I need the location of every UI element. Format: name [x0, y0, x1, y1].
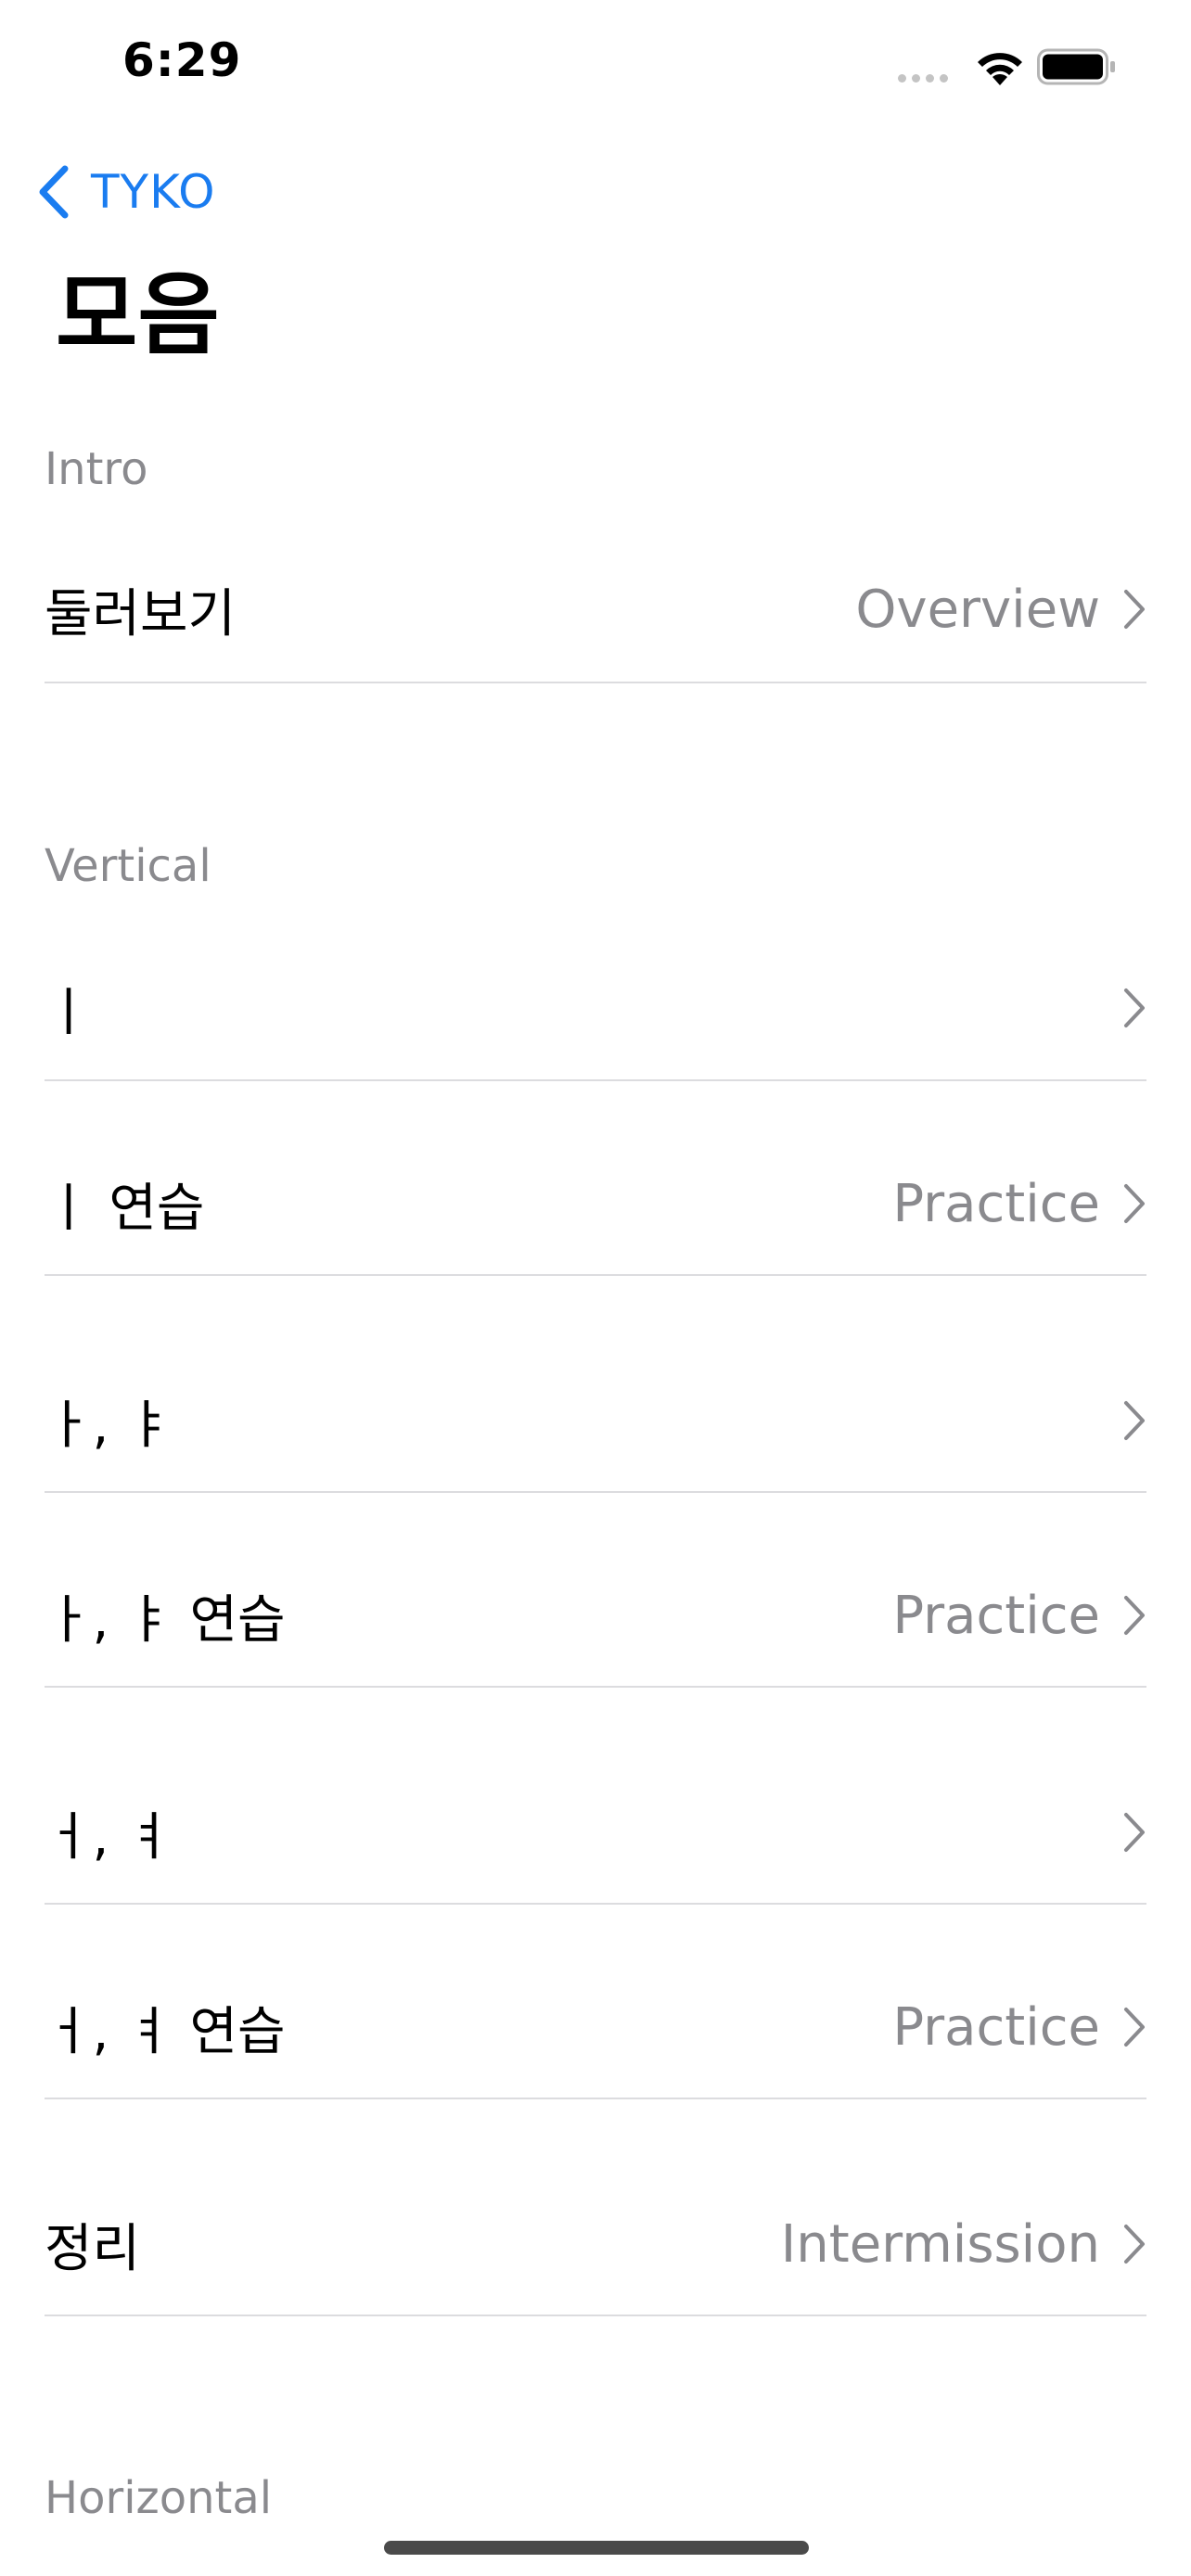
list-item-eo-yeo-practice[interactable]: ㅓ, ㅕ 연습 Practice [45, 1976, 1146, 2078]
cellular-signal-icon [898, 74, 948, 83]
list-item-detail: Overview [855, 579, 1100, 640]
divider [45, 2098, 1146, 2099]
list-item-a-ya[interactable]: ㅏ, ㅑ [45, 1370, 1146, 1472]
divider [45, 2315, 1146, 2316]
divider [45, 1686, 1146, 1688]
chevron-right-icon [1124, 1596, 1145, 1635]
list-item-title: 둘러보기 [45, 583, 237, 644]
list-item-i[interactable]: ㅣ [45, 957, 1146, 1059]
section-header-horizontal: Horizontal [45, 2472, 273, 2524]
list-item-title: ㅏ, ㅑ [45, 1395, 173, 1456]
divider [45, 1079, 1146, 1081]
list-item-detail: Intermission [780, 2213, 1100, 2275]
home-indicator[interactable] [384, 2541, 809, 2555]
chevron-left-icon [39, 165, 69, 219]
list-item-title: ㅏ, ㅑ 연습 [45, 1589, 286, 1651]
list-item-i-practice[interactable]: ㅣ 연습 Practice [45, 1153, 1146, 1255]
list-item-title: ㅓ, ㅕ 연습 [45, 2001, 286, 2062]
list-item-title: ㅣ 연습 [45, 1178, 205, 1239]
chevron-right-icon [1124, 2225, 1145, 2264]
status-time: 6:29 [122, 33, 242, 87]
back-button-label: TYKO [91, 165, 216, 219]
section-header-vertical: Vertical [45, 840, 211, 892]
divider [45, 1491, 1146, 1493]
status-bar: 6:29 [0, 0, 1191, 139]
list-item-detail: Practice [892, 1996, 1100, 2058]
section-header-intro: Intro [45, 443, 148, 495]
list-item-title: ㅓ, ㅕ [45, 1806, 173, 1868]
divider [45, 682, 1146, 683]
divider [45, 1274, 1146, 1276]
list-item-overview[interactable]: 둘러보기 Overview [45, 558, 1146, 660]
page-title: 모음 [56, 263, 220, 367]
chevron-right-icon [1124, 988, 1145, 1027]
battery-icon [1037, 48, 1115, 85]
back-button[interactable]: TYKO [35, 159, 216, 224]
list-item-detail: Practice [892, 1173, 1100, 1234]
chevron-right-icon [1124, 1184, 1145, 1223]
list-item-title: ㅣ [45, 982, 93, 1043]
list-item-title: 정리 [45, 2218, 141, 2279]
chevron-right-icon [1124, 2008, 1145, 2047]
divider [45, 1903, 1146, 1905]
chevron-right-icon [1124, 590, 1145, 629]
wifi-icon [978, 53, 1022, 85]
chevron-right-icon [1124, 1401, 1145, 1440]
chevron-right-icon [1124, 1813, 1145, 1852]
list-item-detail: Practice [892, 1585, 1100, 1646]
list-item-intermission[interactable]: 정리 Intermission [45, 2193, 1146, 2295]
list-item-eo-yeo[interactable]: ㅓ, ㅕ [45, 1781, 1146, 1883]
list-item-a-ya-practice[interactable]: ㅏ, ㅑ 연습 Practice [45, 1564, 1146, 1666]
